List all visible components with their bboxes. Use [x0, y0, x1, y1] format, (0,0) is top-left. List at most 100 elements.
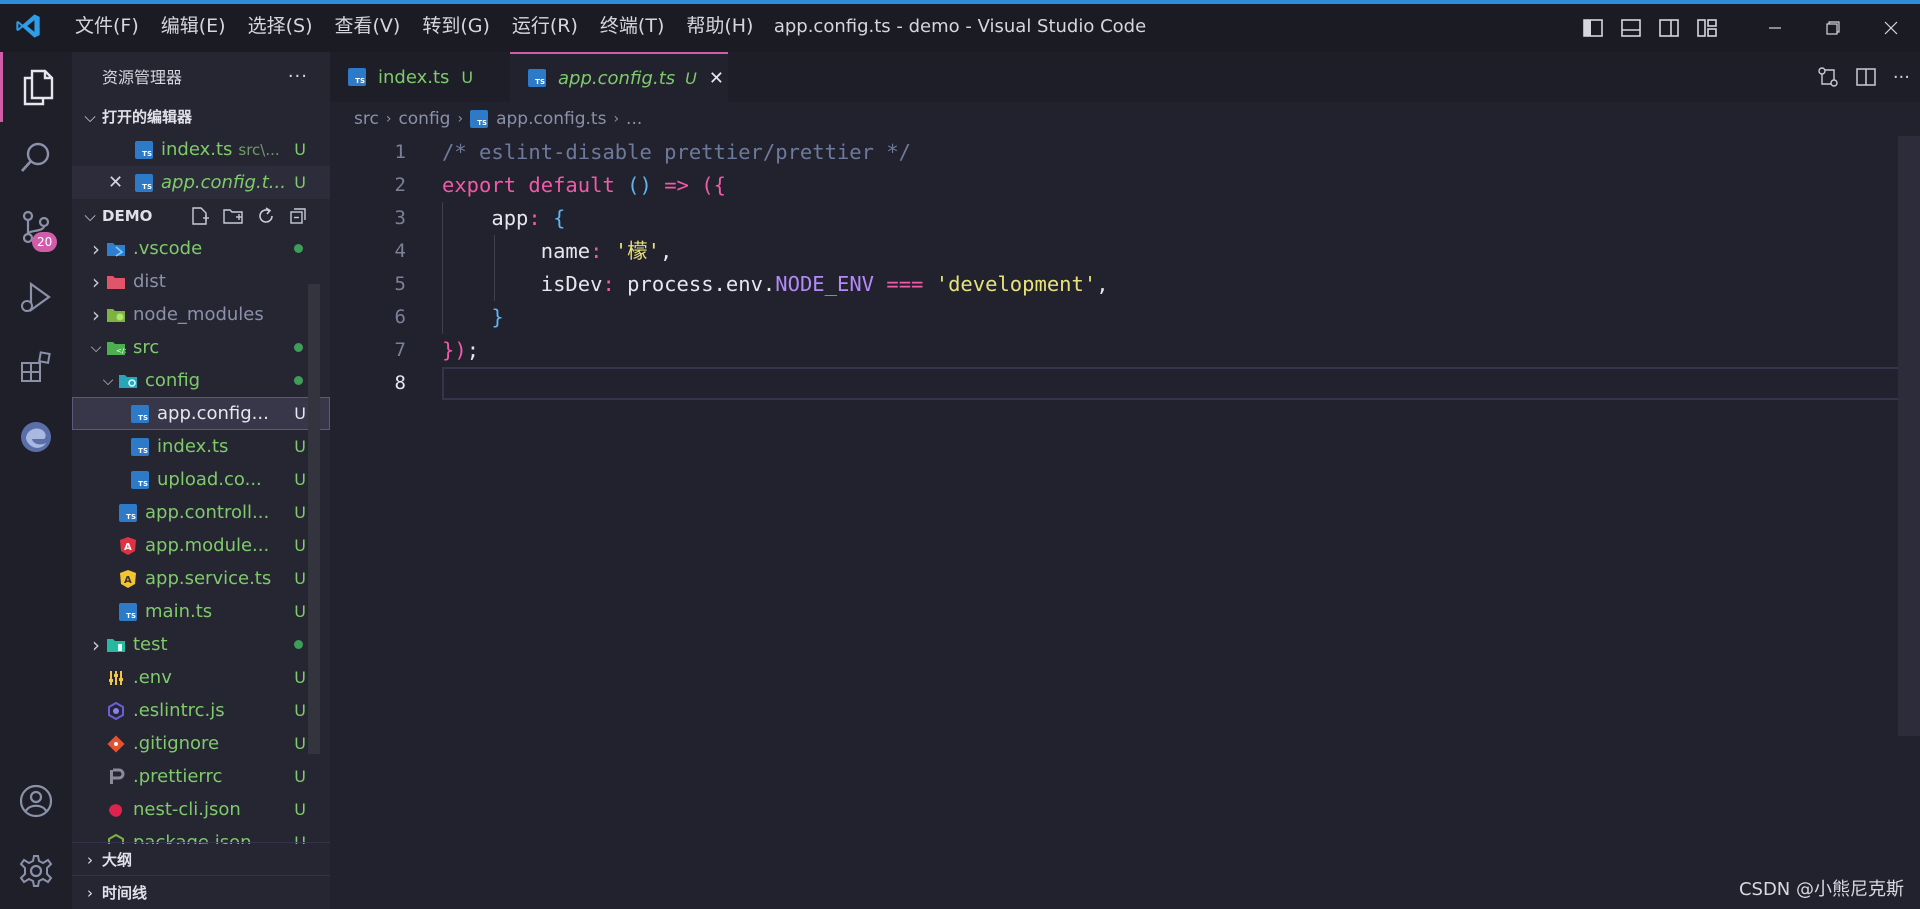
close-tab-icon[interactable]: ✕: [709, 68, 724, 89]
tree-file-item[interactable]: Aapp.service.ts U: [72, 562, 330, 595]
chevron-right-icon: ›: [92, 302, 100, 327]
untracked-status: U: [294, 569, 306, 588]
menu-item[interactable]: 查看(V): [324, 6, 412, 46]
menu-item[interactable]: 文件(F): [64, 6, 150, 46]
code-line-8: [442, 367, 1918, 400]
close-window-button[interactable]: [1862, 4, 1920, 52]
tree-file-item[interactable]: TS index.ts U: [72, 430, 330, 463]
run-debug-icon: [21, 281, 51, 313]
workspace-section-header[interactable]: ⌵ DEMO: [72, 199, 330, 232]
explorer-view-button[interactable]: [0, 52, 72, 122]
tab-app-config-ts[interactable]: TS app.config.ts U ✕: [510, 52, 728, 102]
code-line-4: name: '檬',: [540, 239, 673, 263]
menu-item[interactable]: 运行(R): [501, 6, 589, 46]
tree-item-name: app.config...: [157, 403, 269, 424]
more-actions-icon[interactable]: ···: [288, 66, 308, 87]
ts-file-icon: TS: [134, 140, 154, 160]
code-line-6: }: [491, 305, 504, 329]
tree-folder-item[interactable]: ⌵ config: [72, 364, 330, 397]
menu-item[interactable]: 终端(T): [589, 6, 675, 46]
code-editor[interactable]: 1 2 3 4 5 6 7 8 /* eslint-disable prettier/pret…: [330, 136, 1920, 909]
code-lines[interactable]: /* eslint-disable prettier/prettier */ e…: [442, 136, 1920, 400]
close-editor-icon[interactable]: ✕: [108, 172, 134, 193]
editor-scrollbar[interactable]: [1898, 136, 1920, 736]
chevron-down-icon: ⌵: [84, 107, 96, 126]
test-folder-icon: [106, 635, 126, 655]
restore-button[interactable]: [1804, 4, 1862, 52]
tree-file-item[interactable]: .eslintrc.js U: [72, 694, 330, 727]
tree-file-item[interactable]: TS main.ts U: [72, 595, 330, 628]
untracked-status: U: [294, 404, 306, 423]
toggle-primary-sidebar-button[interactable]: [1574, 8, 1612, 48]
open-editor-item[interactable]: TS index.ts src\... U: [72, 133, 330, 166]
breadcrumb-file[interactable]: app.config.ts: [496, 109, 606, 129]
tree-item-name: dist: [133, 271, 166, 292]
tree-folder-item[interactable]: › dist: [72, 265, 330, 298]
untracked-status: U: [294, 173, 306, 192]
more-editor-actions-icon[interactable]: ···: [1893, 67, 1910, 88]
open-editor-name: app.config.t...: [161, 172, 286, 193]
tree-file-item[interactable]: Aapp.module... U: [72, 529, 330, 562]
ts-file-icon: TS: [528, 69, 546, 87]
tree-item-name: src: [133, 337, 160, 358]
gear-icon: [19, 855, 53, 887]
tree-file-item[interactable]: TS app.controll... U: [72, 496, 330, 529]
manage-settings-button[interactable]: [0, 836, 72, 906]
run-debug-view-button[interactable]: [0, 262, 72, 332]
refresh-icon[interactable]: [256, 206, 276, 226]
menu-item[interactable]: 转到(G): [411, 6, 501, 46]
customize-layout-button[interactable]: [1688, 8, 1726, 48]
new-folder-icon[interactable]: [222, 206, 244, 226]
untracked-status: U: [294, 536, 306, 555]
new-file-icon[interactable]: [190, 206, 210, 226]
minimize-icon: [1769, 27, 1781, 29]
tree-file-item[interactable]: nest-cli.json U: [72, 793, 330, 826]
explorer-title: 资源管理器: [102, 68, 183, 87]
open-editor-item-active[interactable]: ✕ TS app.config.t... U: [72, 166, 330, 199]
toggle-panel-button[interactable]: [1612, 8, 1650, 48]
tree-item-name: .gitignore: [133, 733, 220, 754]
tree-item-name: config: [145, 370, 201, 391]
untracked-status: U: [294, 140, 306, 159]
collapse-all-icon[interactable]: [288, 206, 308, 226]
split-editor-icon[interactable]: [1855, 66, 1877, 88]
menu-item[interactable]: 编辑(E): [150, 6, 237, 46]
breadcrumb-symbols[interactable]: ...: [626, 109, 642, 129]
menu-item[interactable]: 选择(S): [237, 6, 324, 46]
tree-item-name: index.ts: [157, 436, 229, 457]
untracked-status: U: [294, 437, 306, 456]
source-control-view-button[interactable]: 20: [0, 192, 72, 262]
breadcrumb-config[interactable]: config: [398, 109, 450, 129]
tree-file-item[interactable]: .env U: [72, 661, 330, 694]
sidebar-scrollbar[interactable]: [308, 284, 320, 754]
tree-file-item[interactable]: .prettierrc U: [72, 760, 330, 793]
tree-folder-item[interactable]: › node_modules: [72, 298, 330, 331]
tree-file-item[interactable]: .gitignore U: [72, 727, 330, 760]
tree-folder-item[interactable]: › .vscode: [72, 232, 330, 265]
edge-devtools-view-button[interactable]: [0, 402, 72, 472]
editor-tab-bar: TS index.ts U TS app.config.ts U ✕ ···: [330, 52, 1920, 102]
menu-item[interactable]: 帮助(H): [675, 6, 764, 46]
search-view-button[interactable]: [0, 122, 72, 192]
search-icon: [20, 142, 50, 172]
minimize-button[interactable]: [1746, 4, 1804, 52]
tree-file-item[interactable]: TS app.config... U: [72, 397, 330, 430]
open-editors-section-header[interactable]: ⌵ 打开的编辑器: [72, 100, 330, 133]
untracked-status: U: [294, 734, 306, 753]
extensions-icon: [21, 351, 51, 382]
extensions-view-button[interactable]: [0, 332, 72, 402]
tree-folder-item[interactable]: ⌵ </> src: [72, 331, 330, 364]
code-line-3: app: {: [491, 206, 566, 230]
toggle-secondary-sidebar-button[interactable]: [1650, 8, 1688, 48]
open-changes-icon[interactable]: [1817, 66, 1839, 88]
accounts-button[interactable]: [0, 766, 72, 836]
outline-section-header[interactable]: › 大纲: [72, 842, 330, 876]
activity-bar: 20: [0, 52, 72, 909]
ts-file-icon: TS: [118, 602, 138, 622]
tree-file-item[interactable]: TS upload.co... U: [72, 463, 330, 496]
tree-folder-item[interactable]: › test: [72, 628, 330, 661]
breadcrumb-src[interactable]: src: [354, 109, 379, 129]
tab-index-ts[interactable]: TS index.ts U: [330, 52, 510, 102]
timeline-section-header[interactable]: › 时间线: [72, 875, 330, 909]
node-folder-icon: [106, 305, 126, 325]
